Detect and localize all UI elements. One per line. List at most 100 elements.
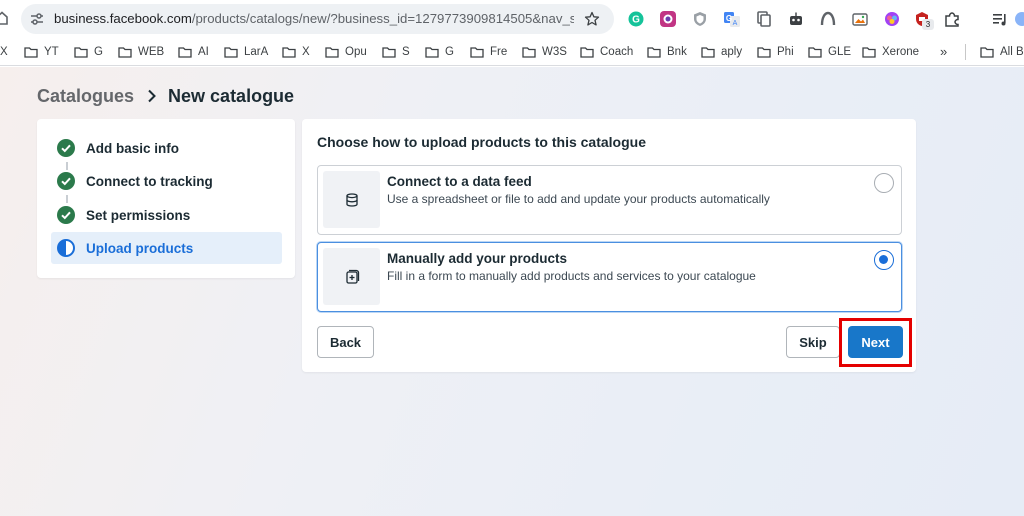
bookmark-star-icon[interactable] xyxy=(584,11,600,27)
more-bookmarks-button[interactable]: » xyxy=(940,44,947,59)
bookmark-label: aply xyxy=(721,46,743,58)
page-content: Catalogues New catalogue Add basic info … xyxy=(0,67,1024,516)
bookmark-item[interactable]: Fre xyxy=(470,38,507,66)
brain-icon[interactable] xyxy=(884,11,900,27)
bookmark-item[interactable]: aply xyxy=(701,38,742,66)
step-label: Set permissions xyxy=(86,207,191,223)
home-icon[interactable] xyxy=(0,11,8,25)
copy-extension-icon[interactable] xyxy=(756,11,772,27)
folder-icon xyxy=(382,46,396,58)
bookmark-item[interactable]: Xerone xyxy=(862,38,919,66)
bookmark-item[interactable]: YT xyxy=(24,38,59,66)
bookmark-label: All B xyxy=(1000,46,1024,58)
half-circle-progress-icon xyxy=(57,239,75,257)
option-title: Connect to a data feed xyxy=(387,174,532,189)
bookmark-item[interactable]: W3S xyxy=(522,38,567,66)
address-bar[interactable]: business.facebook.com/products/catalogs/… xyxy=(21,4,614,34)
robot-icon[interactable] xyxy=(788,11,804,27)
skip-button[interactable]: Skip xyxy=(786,326,840,358)
bookmark-label: Phi xyxy=(777,46,794,58)
grammarly-icon[interactable]: G xyxy=(628,11,644,27)
bookmark-item[interactable]: G xyxy=(425,38,454,66)
step-label: Upload products xyxy=(86,240,194,256)
option-icon-box xyxy=(323,171,380,228)
bookmark-item[interactable]: G xyxy=(74,38,103,66)
step-connect-to-tracking[interactable]: Connect to tracking xyxy=(51,165,282,197)
folder-icon xyxy=(470,46,484,58)
all-bookmarks-item[interactable]: All B xyxy=(980,38,1024,66)
card-title: Choose how to upload products to this ca… xyxy=(317,134,646,150)
bookmark-label: G xyxy=(445,46,454,58)
bookmark-label: Fre xyxy=(490,46,508,58)
bookmark-item[interactable]: Opu xyxy=(325,38,367,66)
bookmark-item[interactable]: Coach xyxy=(580,38,633,66)
extensions-puzzle-icon[interactable] xyxy=(944,11,960,27)
bookmark-item[interactable]: X xyxy=(282,38,310,66)
bookmark-label: GLE xyxy=(828,46,852,58)
bookmark-label: Bnk xyxy=(667,46,687,58)
bookmark-label: S xyxy=(402,46,410,58)
bookmark-label: X xyxy=(302,46,310,58)
bookmark-label: Xerone xyxy=(882,46,920,58)
chevron-right-icon xyxy=(148,89,156,103)
screenshot-icon[interactable] xyxy=(852,11,868,27)
add-card-icon xyxy=(345,269,359,284)
bookmark-item[interactable]: S xyxy=(382,38,410,66)
profile-avatar-icon[interactable] xyxy=(1014,11,1024,27)
colorful-ring-icon[interactable] xyxy=(660,11,676,27)
bookmark-item[interactable]: Bnk xyxy=(647,38,687,66)
shield-extension-icon[interactable] xyxy=(692,11,708,27)
radio-manual[interactable] xyxy=(874,250,894,270)
url-domain: business.facebook.com xyxy=(54,11,192,26)
folder-icon xyxy=(522,46,536,58)
folder-icon xyxy=(862,46,876,58)
folder-icon xyxy=(580,46,594,58)
option-data-feed[interactable]: Connect to a data feed Use a spreadsheet… xyxy=(317,165,902,235)
folder-icon xyxy=(425,46,439,58)
bookmark-label: W3S xyxy=(542,46,567,58)
folder-icon xyxy=(701,46,715,58)
bookmark-label: AI xyxy=(198,46,209,58)
breadcrumb: Catalogues New catalogue xyxy=(37,84,294,108)
url-path: /products/catalogs/new/?business_id=1279… xyxy=(191,11,574,26)
next-button-highlight xyxy=(839,318,912,367)
bookmark-item[interactable]: GLE xyxy=(808,38,851,66)
step-add-basic-info[interactable]: Add basic info xyxy=(51,132,282,164)
bookmark-label: YT xyxy=(44,46,59,58)
bookmark-item[interactable]: AI xyxy=(178,38,209,66)
option-description: Use a spreadsheet or file to add and upd… xyxy=(387,192,770,206)
option-title: Manually add your products xyxy=(387,251,568,266)
back-button[interactable]: Back xyxy=(317,326,374,358)
folder-icon xyxy=(980,46,994,58)
step-label: Add basic info xyxy=(86,140,180,156)
bookmarks-divider xyxy=(965,44,966,60)
translate-icon[interactable]: GA xyxy=(724,11,740,27)
bookmark-item[interactable]: X xyxy=(0,38,8,66)
option-manual[interactable]: Manually add your products Fill in a for… xyxy=(317,242,902,312)
bookmark-label: WEB xyxy=(138,46,165,58)
radio-data-feed[interactable] xyxy=(874,173,894,193)
bookmark-item[interactable]: LarA xyxy=(224,38,268,66)
bookmark-item[interactable]: Phi xyxy=(757,38,794,66)
step-set-permissions[interactable]: Set permissions xyxy=(51,199,282,231)
bookmark-item[interactable]: WEB xyxy=(118,38,164,66)
folder-icon xyxy=(118,46,132,58)
arc-icon[interactable] xyxy=(820,11,836,27)
folder-icon xyxy=(757,46,771,58)
folder-icon xyxy=(74,46,88,58)
url-text[interactable]: business.facebook.com/products/catalogs/… xyxy=(54,4,574,34)
svg-text:G: G xyxy=(726,14,732,23)
extension-badge: 3 xyxy=(922,19,934,30)
folder-icon xyxy=(178,46,192,58)
svg-text:G: G xyxy=(632,15,640,26)
upload-method-card: Choose how to upload products to this ca… xyxy=(302,119,916,372)
breadcrumb-catalogues-link[interactable]: Catalogues xyxy=(37,86,134,107)
folder-icon xyxy=(282,46,296,58)
check-circle-icon xyxy=(57,206,75,224)
folder-icon xyxy=(224,46,238,58)
check-circle-icon xyxy=(57,172,75,190)
queue-music-icon[interactable] xyxy=(992,11,1008,27)
site-settings-icon[interactable] xyxy=(30,12,44,26)
step-upload-products[interactable]: Upload products xyxy=(51,232,282,264)
check-circle-icon xyxy=(57,139,75,157)
